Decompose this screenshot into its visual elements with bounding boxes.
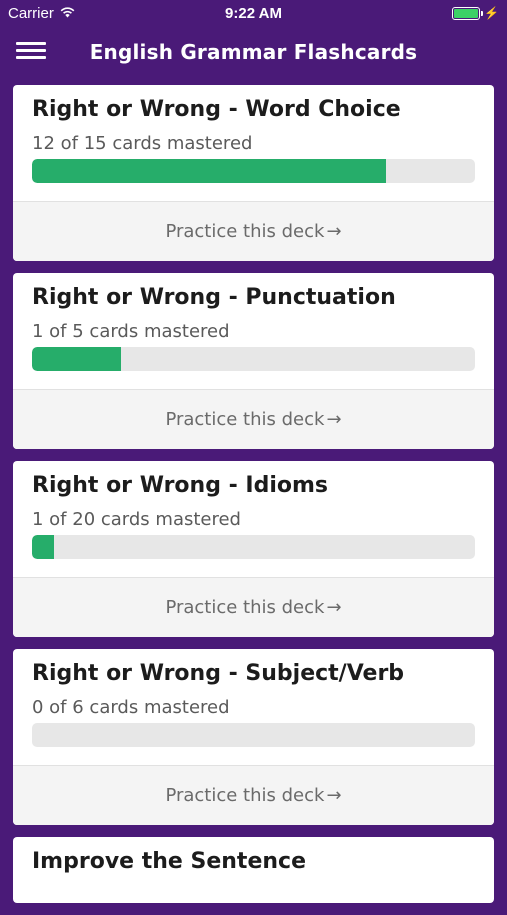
battery-icon [452,6,484,20]
progress-bar [32,159,475,183]
battery-level-fill [454,8,479,18]
deck-card: Right or Wrong - Word Choice 12 of 15 ca… [13,85,494,261]
arrow-right-icon: → [326,785,342,806]
nav-bar: English Grammar Flashcards [0,28,507,80]
deck-title: Improve the Sentence [32,849,306,874]
deck-card: Right or Wrong - Subject/Verb 0 of 6 car… [13,649,494,825]
deck-title: Right or Wrong - Punctuation [32,285,396,310]
progress-bar [32,347,475,371]
practice-label: Practice this deck [165,785,325,806]
status-right: ⚡ [452,6,499,20]
practice-label: Practice this deck [165,221,325,242]
progress-bar [32,535,475,559]
deck-card: Right or Wrong - Punctuation 1 of 5 card… [13,273,494,449]
practice-deck-button[interactable]: Practice this deck → [13,389,494,449]
practice-label: Practice this deck [165,409,325,430]
mastery-count: 1 of 5 cards mastered [32,321,230,342]
mastery-count: 0 of 6 cards mastered [32,697,230,718]
progress-fill [32,347,121,371]
arrow-right-icon: → [326,409,342,430]
status-bar: Carrier 9:22 AM ⚡ [0,0,507,28]
deck-title: Right or Wrong - Idioms [32,473,329,498]
deck-card: Improve the Sentence [13,837,494,903]
practice-deck-button[interactable]: Practice this deck → [13,201,494,261]
charging-bolt-icon: ⚡ [484,6,499,20]
arrow-right-icon: → [326,597,342,618]
practice-label: Practice this deck [165,597,325,618]
practice-deck-button[interactable]: Practice this deck → [13,765,494,825]
progress-fill [32,159,387,183]
progress-fill [32,535,55,559]
deck-title: Right or Wrong - Word Choice [32,97,401,122]
progress-bar [32,723,475,747]
arrow-right-icon: → [326,221,342,242]
mastery-count: 1 of 20 cards mastered [32,509,241,530]
deck-title: Right or Wrong - Subject/Verb [32,661,405,686]
practice-deck-button[interactable]: Practice this deck → [13,577,494,637]
mastery-count: 12 of 15 cards mastered [32,133,253,154]
page-title: English Grammar Flashcards [89,40,418,64]
deck-card: Right or Wrong - Idioms 1 of 20 cards ma… [13,461,494,637]
status-time: 9:22 AM [225,5,282,22]
deck-list: Right or Wrong - Word Choice 12 of 15 ca… [13,85,494,915]
